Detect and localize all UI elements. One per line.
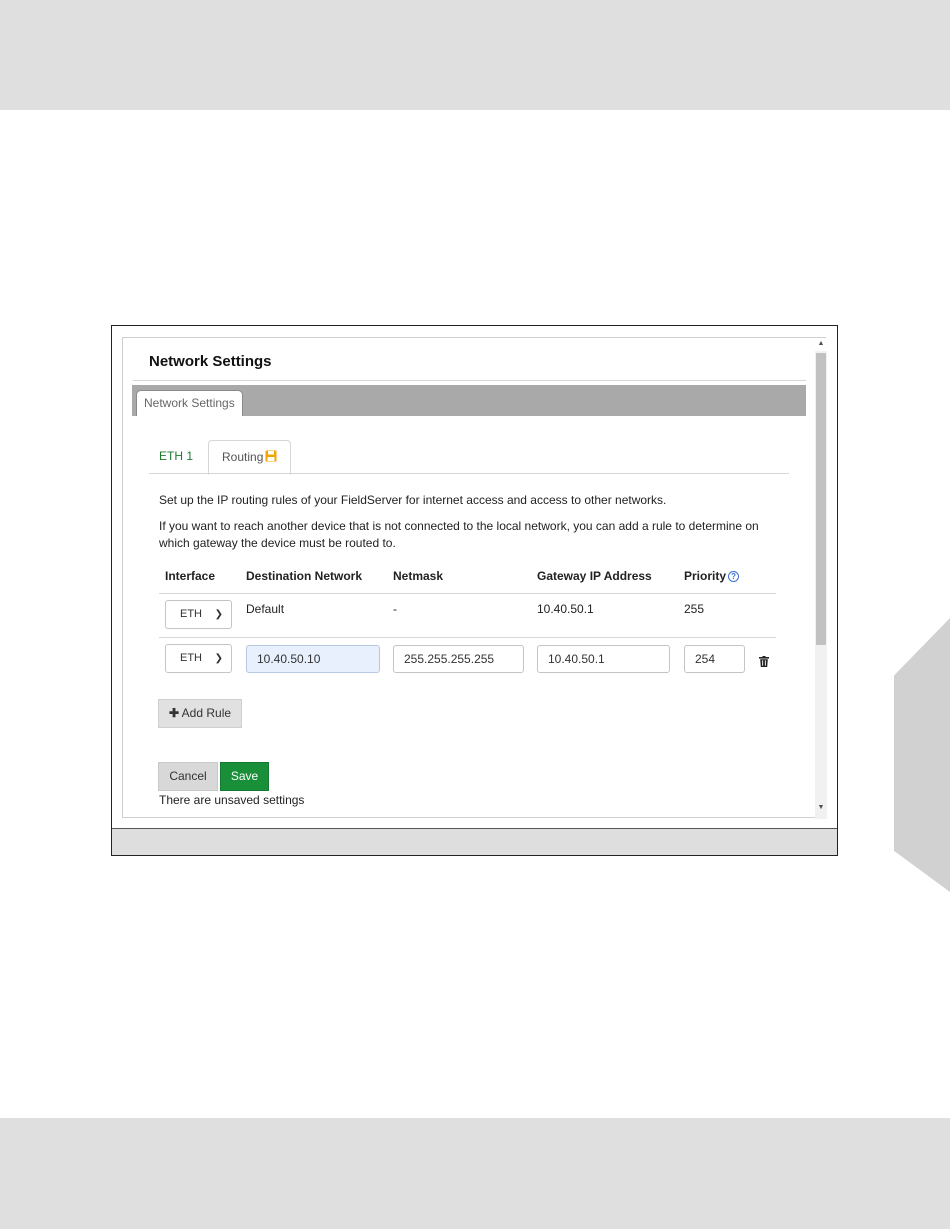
- frame-footer-bar: [112, 828, 837, 855]
- default-priority: 255: [684, 602, 705, 616]
- save-icon: [265, 442, 277, 475]
- subtab-divider: [149, 473, 789, 474]
- outer-tab-bar: Network Settings: [132, 385, 806, 416]
- settings-panel: Network Settings Network Settings ETH 1 …: [122, 337, 826, 818]
- column-header-gateway: Gateway IP Address: [537, 569, 652, 583]
- tab-routing-label: Routing: [222, 450, 264, 464]
- interface-select-value: ETH: [180, 652, 202, 664]
- gateway-input[interactable]: 10.40.50.1: [537, 645, 670, 673]
- help-icon[interactable]: ?: [728, 571, 740, 582]
- priority-header-label: Priority: [684, 569, 727, 583]
- title-divider: [133, 380, 806, 381]
- delete-rule-icon[interactable]: [759, 654, 769, 672]
- page-header-band: [0, 0, 950, 110]
- column-header-interface: Interface: [165, 569, 216, 583]
- routing-help-text: If you want to reach another device that…: [159, 519, 759, 550]
- table-row-divider: [159, 637, 776, 638]
- chevron-down-icon: ❯: [214, 609, 223, 620]
- column-header-netmask: Netmask: [393, 569, 444, 583]
- tab-routing[interactable]: Routing: [208, 440, 291, 475]
- routing-description: Set up the IP routing rules of your Fiel…: [159, 493, 667, 507]
- default-netmask: -: [393, 602, 397, 616]
- tab-network-settings[interactable]: Network Settings: [136, 390, 243, 416]
- interface-select-rule[interactable]: ETH ❯: [165, 644, 232, 673]
- priority-input[interactable]: 254: [684, 645, 745, 673]
- page-footer-band: [0, 1118, 950, 1229]
- scroll-up-icon[interactable]: ▲: [815, 339, 827, 349]
- interface-select-default[interactable]: ETH ❯: [165, 600, 232, 629]
- interface-select-value: ETH: [180, 608, 202, 620]
- screenshot-frame: Network Settings Network Settings ETH 1 …: [111, 325, 838, 856]
- chapter-side-tab: [894, 618, 950, 892]
- save-button[interactable]: Save: [220, 762, 269, 791]
- add-rule-button[interactable]: ✚ Add Rule: [158, 699, 242, 728]
- plus-icon: ✚: [168, 706, 179, 720]
- vertical-scrollbar[interactable]: ▲ ▼: [815, 340, 827, 819]
- add-rule-label: Add Rule: [181, 706, 232, 720]
- column-header-priority: Priority?: [684, 569, 740, 583]
- scroll-down-icon[interactable]: ▼: [815, 803, 827, 813]
- default-gateway: 10.40.50.1: [537, 602, 594, 616]
- unsaved-status: There are unsaved settings: [159, 793, 305, 807]
- cancel-button[interactable]: Cancel: [158, 762, 218, 791]
- table-header-divider: [159, 593, 776, 594]
- netmask-input[interactable]: 255.255.255.255: [393, 645, 524, 673]
- tab-eth1[interactable]: ETH 1: [149, 440, 209, 475]
- default-destination: Default: [246, 602, 285, 616]
- scroll-thumb[interactable]: [816, 353, 826, 645]
- column-header-destination: Destination Network: [246, 569, 363, 583]
- chevron-down-icon: ❯: [214, 653, 223, 664]
- destination-network-input[interactable]: 10.40.50.10: [246, 645, 380, 673]
- page-title: Network Settings: [149, 353, 272, 370]
